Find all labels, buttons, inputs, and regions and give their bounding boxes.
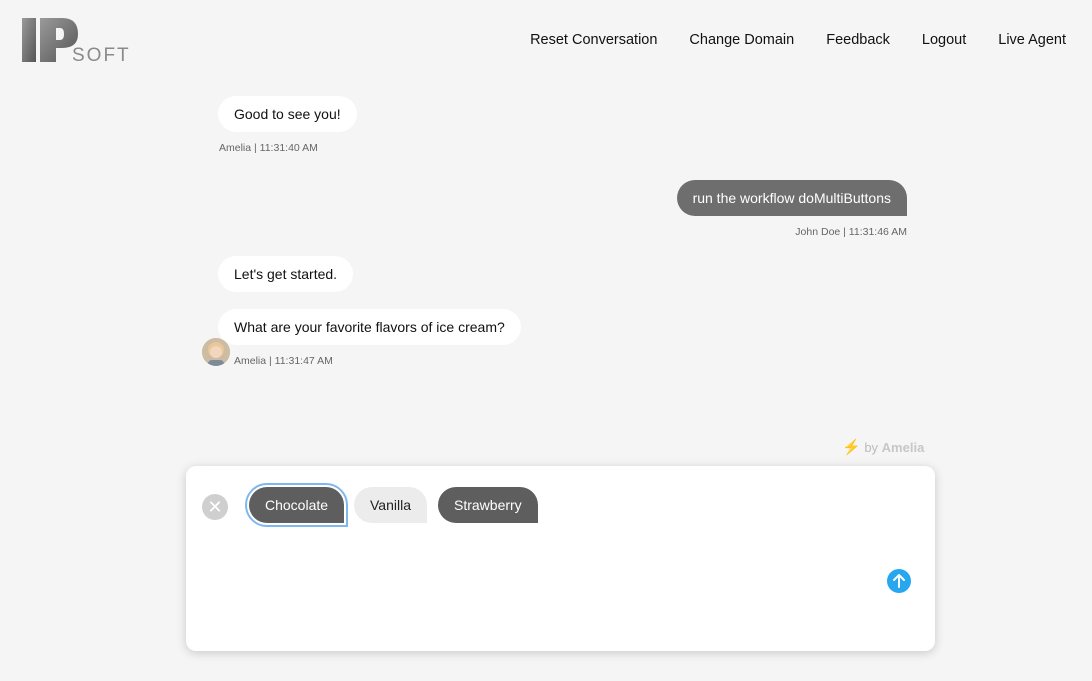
powered-by-amelia: ⚡ by Amelia — [842, 438, 924, 456]
arrow-up-icon — [893, 574, 905, 588]
lightning-icon: ⚡ — [842, 439, 861, 456]
nav-change-domain[interactable]: Change Domain — [689, 32, 794, 48]
input-panel: ✕ Chocolate Vanilla Strawberry — [186, 466, 935, 651]
powered-by-prefix: by — [864, 440, 879, 455]
logo-small-text: SOFT — [72, 45, 131, 64]
close-icon[interactable]: ✕ — [202, 494, 228, 520]
nav-logout[interactable]: Logout — [922, 32, 966, 48]
message-bubble: Let's get started. — [218, 256, 354, 292]
option-button-vanilla[interactable]: Vanilla — [354, 487, 427, 523]
ipsoft-logo: SOFT — [22, 18, 131, 64]
message-meta: Amelia | 11:31:47 AM — [234, 355, 333, 367]
amelia-avatar — [202, 338, 230, 366]
nav-feedback[interactable]: Feedback — [826, 32, 890, 48]
nav-live-agent[interactable]: Live Agent — [998, 32, 1066, 48]
send-button[interactable] — [887, 569, 911, 593]
option-button-strawberry[interactable]: Strawberry — [438, 487, 538, 523]
message-bubble: What are your favorite flavors of ice cr… — [218, 309, 521, 345]
message-bubble: Good to see you! — [218, 96, 357, 132]
user-message-meta: John Doe | 11:31:46 AM — [795, 226, 907, 238]
powered-by-name: Amelia — [881, 440, 925, 455]
nav-reset-conversation[interactable]: Reset Conversation — [530, 32, 657, 48]
top-nav: Reset Conversation Change Domain Feedbac… — [530, 32, 1066, 48]
user-message-bubble: run the workflow doMultiButtons — [676, 180, 907, 216]
message-meta: Amelia | 11:31:40 AM — [219, 142, 318, 154]
option-button-chocolate[interactable]: Chocolate — [244, 483, 349, 527]
